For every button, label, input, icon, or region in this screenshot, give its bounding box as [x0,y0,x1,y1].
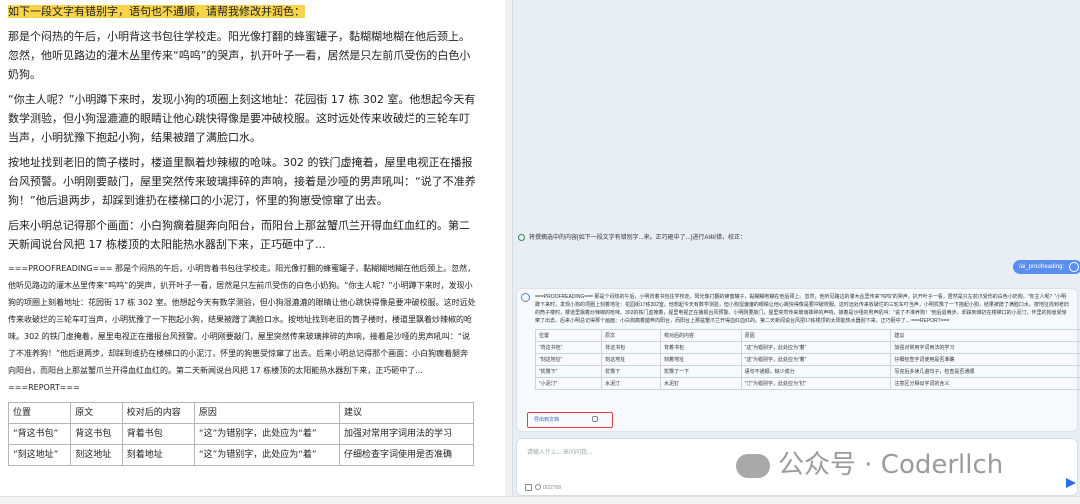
ai-avatar-icon [521,293,530,302]
doc-paragraph-1[interactable]: 那是个闷热的午后，小明背这书包往学校走。阳光像打翻的蜂蜜罐子，黏糊糊地糊在他后颈… [8,27,476,84]
user-avatar-icon [1069,262,1080,272]
table-row: “背这书包” 背这书包 背着书包 “这”为错别字，此处应为“着” 加强对常用字词… [534,341,1080,354]
wechat-logo-icon [736,453,770,478]
table-cell: “这”为错别字，此处应为“着” [193,423,340,445]
char-counter: 0/32768 [543,485,562,491]
doc-paragraph-4[interactable]: 后来小明总记得那个画面：小白狗瘸着腿奔向阳台，而阳台上那盆蟹爪兰开得血红血红的。… [8,216,476,254]
doc-table-header: 原因 [193,402,340,424]
table-cell: 犹豫下 [601,365,661,378]
table-cell: 水泥钉 [660,377,742,390]
table-header: 原因 [740,329,892,342]
highlighted-action-area: 导出到文档 [527,412,613,428]
table-cell: 背着书包 [660,341,742,354]
doc-table-header: 校对后的内容 [121,402,195,424]
info-text: 将撰摘选中的内容[如下一段文字有错别字...来。正巧砸中了...]进行AI纠错，… [529,235,747,241]
doc-report-table: 位置 原文 校对后的内容 原因 建议 “背这书包” 背这书包 背着书包 “这”为… [7,402,475,466]
table-cell: “背这书包” [534,341,603,354]
copy-icon[interactable] [592,416,598,422]
table-header: 位置 [534,329,603,342]
table-cell: 刻这地址 [601,353,661,366]
attach-icon[interactable] [525,484,532,491]
document-pane: 如下一段文字有错别字，语句也不通顺，请帮我修改并润色： 那是个闷热的午后，小明背… [0,0,512,504]
table-cell: 刻这地址 [70,444,123,466]
table-row: “刻这地址” 刻这地址 刻着地址 “这”为错别字，此处应为“着” 仔细检查字词使… [534,353,1080,366]
table-cell: 背这书包 [601,341,661,354]
doc-paragraph-2[interactable]: “你主人呢？”小明蹲下来时，发现小狗的项圈上刻这地址：花园街 17 栋 302 … [8,90,476,147]
table-cell: “这”为错别字，此处应为“着” [740,353,892,366]
table-cell: “这”为错别字，此处应为“着” [740,341,892,354]
doc-table-header: 原文 [70,402,123,424]
table-cell: “刻这地址” [534,353,603,366]
info-icon [518,233,525,241]
table-cell: “这”为错别字，此处应为“着” [193,444,340,466]
watermark: 公众号 · Coderllch [736,444,1003,481]
user-command-text: /ai_proofreading: [1019,264,1065,270]
table-cell: “背这书包” [7,423,72,445]
document-scrollbar[interactable] [505,0,512,504]
send-icon[interactable] [1066,478,1076,488]
table-cell: 刻着地址 [660,353,742,366]
table-row: “犹豫下” 犹豫下 犹豫了一下 语句不通顺，缺少成分 写完后多读几遍句子，检查是… [534,365,1080,378]
system-info-message: 将撰摘选中的内容[如下一段文字有错别字...来。正巧砸中了...]进行AI纠错，… [518,232,746,241]
highlighted-instruction[interactable]: 如下一段文字有错别字，语句也不通顺，请帮我修改并润色： [8,5,305,18]
document-content: 如下一段文字有错别字，语句也不通顺，请帮我修改并润色： 那是个闷热的午后，小明背… [7,0,476,504]
doc-paragraph-3[interactable]: 按地址找到老旧的筒子楼时，楼道里飘着炒辣椒的呛味。302 的铁门虚掩着，屋里电视… [8,153,476,210]
table-cell: 犹豫了一下 [660,365,742,378]
status-bar [0,496,1080,504]
table-cell: 加强对常用字词用法的学习 [890,341,1080,354]
doc-table-header: 建议 [338,402,475,424]
export-to-doc-button[interactable]: 导出到文档 [534,416,559,423]
table-cell: “小泥汀” [534,377,603,390]
table-cell: 注意区分相似字词的含义 [890,377,1080,390]
table-cell: 写完后多读几遍句子，检查是否通顺 [890,365,1080,378]
ai-response-text[interactable]: ===PROOFREADING=== 那是个闷热的午后，小明背着书包往学校走。阳… [535,293,1071,325]
table-cell: 背着书包 [121,423,195,445]
table-cell: 加强对常用字词用法的学习 [338,423,475,445]
settings-icon[interactable] [535,484,541,490]
doc-table-header: 位置 [7,402,72,424]
watermark-text: 公众号 · Coderllch [778,450,1004,480]
table-cell: 水泥汀 [601,377,661,390]
app-window: 如下一段文字有错别字，语句也不通顺，请帮我修改并润色： 那是个闷热的午后，小明背… [0,0,1080,504]
table-cell: “汀”为错别字，此处应为“钉” [740,377,892,390]
table-cell: 刻着地址 [121,444,195,466]
doc-proofread-text[interactable]: ===PROOFREADING=== 那是个闷热的午后，小明背着书包往学校走。阳… [8,260,476,396]
table-cell: 语句不通顺，缺少成分 [740,365,892,378]
table-row: “背这书包” 背这书包 背着书包 “这”为错别字，此处应为“着” 加强对常用字词… [7,423,475,445]
table-row: “小泥汀” 水泥汀 水泥钉 “汀”为错别字，此处应为“钉” 注意区分相似字词的含… [534,377,1080,390]
table-row: “刻这地址” 刻这地址 刻着地址 “这”为错别字，此处应为“着” 仔细检查字词使… [7,444,475,466]
table-header: 原文 [601,329,661,342]
user-command-bubble: /ai_proofreading: [1013,260,1080,274]
ai-report-table: 位置 原文 校对后的内容 原因 建议 “背这书包” 背这书包 背着书包 “这”为… [534,329,1080,390]
ai-response-card: ===PROOFREADING=== 那是个闷热的午后，小明背着书包往学校走。阳… [516,288,1080,432]
table-cell: “刻这地址” [7,444,72,466]
table-header: 校对后的内容 [660,329,742,342]
table-header: 建议 [890,329,1080,342]
table-cell: 背这书包 [70,423,123,445]
chat-input-placeholder[interactable]: 请输入什么，来问问我... [527,447,592,456]
table-cell: 仔细检查字词使用是否准确 [338,444,475,466]
table-cell: “犹豫下” [534,365,603,378]
table-cell: 仔细检查字词使用是否准确 [890,353,1080,366]
